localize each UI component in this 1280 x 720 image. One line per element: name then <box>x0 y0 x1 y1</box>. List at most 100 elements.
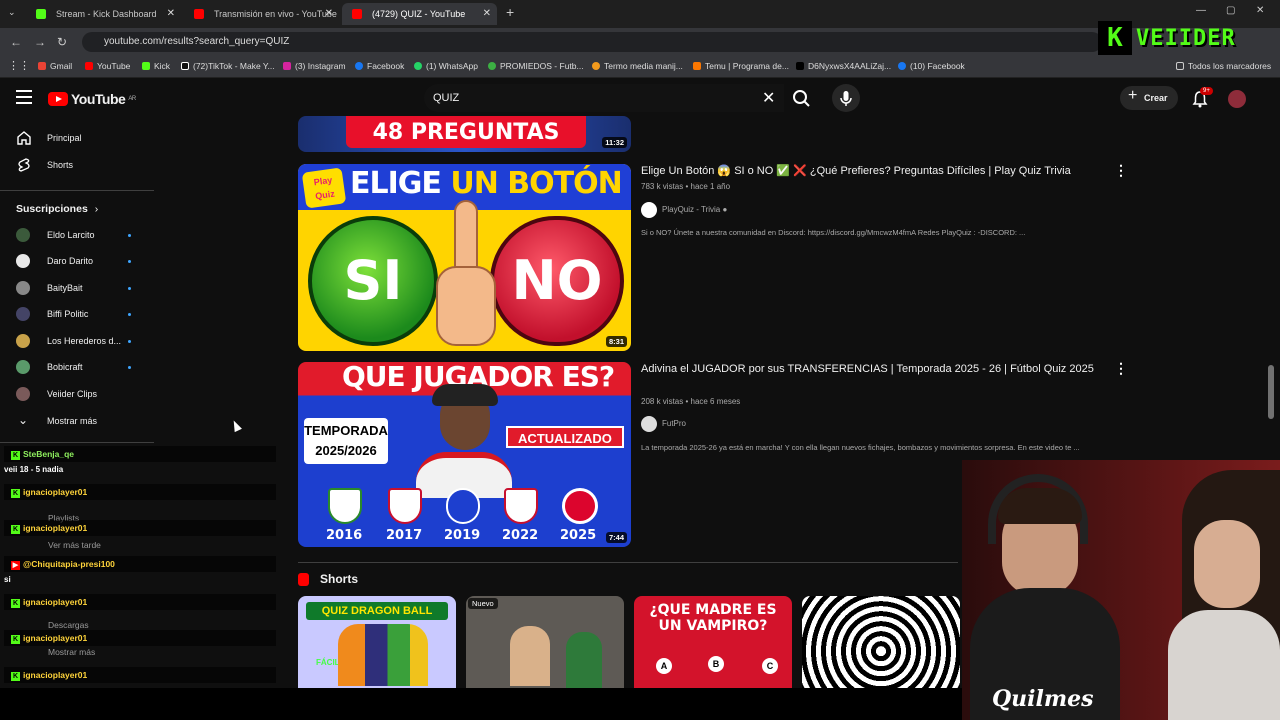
thumbnail-updated-tag: ACTUALIZADO <box>506 426 624 448</box>
streamer-name: VEIIDER <box>1136 25 1236 51</box>
person-left-hair <box>998 488 1082 524</box>
all-bookmarks-folder[interactable]: Todos los marcadores <box>1176 61 1271 71</box>
thumbnail-season-part: TEMPORADA <box>304 423 388 438</box>
more-actions-icon[interactable]: ⋮ <box>1114 162 1128 179</box>
jersey-text: Quilmes <box>992 686 1094 712</box>
sidebar-item-principal[interactable]: Principal <box>0 125 154 151</box>
voice-search-button[interactable] <box>832 84 860 112</box>
option-a-icon: A <box>656 658 672 674</box>
chat-text: si <box>4 575 11 584</box>
sidebar-show-more[interactable]: ⌄ Mostrar más <box>0 408 154 434</box>
home-icon <box>17 131 31 145</box>
kick-badge-icon: K <box>11 451 20 460</box>
apps-icon[interactable]: ⋮⋮ <box>8 59 30 72</box>
bookmark-whatsapp[interactable]: (1) WhatsApp <box>414 61 478 71</box>
mouse-cursor-icon <box>230 418 242 433</box>
video-title[interactable]: Adivina el JUGADOR por sus TRANSFERENCIA… <box>641 362 1111 377</box>
account-avatar[interactable] <box>1228 90 1246 108</box>
video-thumbnail[interactable]: ELIGE UN BOTÓN Play Quiz SI NO 8:31 <box>298 164 631 351</box>
browser-tab-bar: ⌄ Stream - Kick Dashboard ✕ Transmisión … <box>0 0 1280 28</box>
video-channel[interactable]: FutPro <box>641 416 686 432</box>
short-sub: FÁCIL <box>316 658 340 667</box>
sidebar-item-label: Daro Darito <box>47 256 94 266</box>
tab-youtube-live[interactable]: Transmisión en vivo - YouTube ✕ <box>184 3 339 25</box>
sidebar-item-subscription[interactable]: BaityBait <box>0 275 154 301</box>
url-field[interactable]: youtube.com/results?search_query=QUIZ <box>82 32 1102 52</box>
search-button[interactable] <box>786 84 816 112</box>
option-b-icon: B <box>708 656 724 672</box>
video-duration: 7:44 <box>605 532 627 543</box>
minimize-button[interactable]: — <box>1196 5 1206 16</box>
option-c-icon: C <box>762 658 778 674</box>
bookmark-promiedos[interactable]: PROMIEDOS - Futb... <box>488 61 584 71</box>
bookmark-instagram[interactable]: (3) Instagram <box>283 61 346 71</box>
clear-search-icon[interactable]: ✕ <box>762 88 775 108</box>
thumbnail-season-part: 2025/2026 <box>315 443 377 458</box>
bookmark-x[interactable]: D6NyxwsX4AALiZaj... <box>796 61 891 71</box>
close-icon[interactable]: ✕ <box>483 3 491 25</box>
bookmark-facebook-2[interactable]: (10) Facebook <box>898 61 965 71</box>
sidebar-item-label: Shorts <box>47 160 74 170</box>
kick-badge-icon: K <box>11 525 20 534</box>
sidebar-item-subscription[interactable]: Los Herederos d... <box>0 328 154 354</box>
close-icon[interactable]: ✕ <box>167 3 175 25</box>
people-graphic <box>510 626 550 686</box>
sidebar-item-subscription[interactable]: Eldo Larcito <box>0 222 154 248</box>
sidebar-item-subscription[interactable]: Daro Darito <box>0 248 154 274</box>
more-actions-icon[interactable]: ⋮ <box>1114 360 1128 377</box>
thumbnail-logo-part: Play <box>313 174 333 188</box>
youtube-logo[interactable]: YouTube AR <box>48 91 136 107</box>
sidebar-item-label: Biffi Politic <box>47 309 89 319</box>
chat-username: ignacioplayer01 <box>23 597 88 607</box>
thumbnail-banner: 48 PREGUNTAS <box>346 116 586 148</box>
bookmark-termo[interactable]: Termo media manij... <box>592 61 683 71</box>
short-thumbnail[interactable]: ¿QUE MADRE ES UN VAMPIRO? A B C <box>634 596 792 688</box>
kick-badge-icon: K <box>11 599 20 608</box>
channel-avatar <box>16 254 30 268</box>
bookmark-tiktok[interactable]: (72)TikTok - Make Y... <box>181 61 275 71</box>
tab-kick-dashboard[interactable]: Stream - Kick Dashboard ✕ <box>26 3 181 25</box>
video-title[interactable]: Elige Un Botón 😱 SI o NO ✅ ❌ ¿Qué Prefie… <box>641 164 1111 179</box>
bookmark-gmail[interactable]: Gmail <box>38 61 72 71</box>
menu-icon[interactable] <box>16 90 32 104</box>
reload-icon[interactable]: ↻ <box>57 35 67 49</box>
short-thumbnail[interactable]: Nuevo <box>466 596 624 688</box>
search-input[interactable]: QUIZ <box>424 84 784 112</box>
results-scrollbar[interactable] <box>1268 365 1274 419</box>
video-thumbnail[interactable]: QUE JUGADOR ES? TEMPORADA 2025/2026 ACTUA… <box>298 362 631 547</box>
chat-message: K SteBenja_qe <box>4 446 276 462</box>
forward-icon[interactable]: → <box>34 35 46 49</box>
chevron-right-icon: › <box>94 203 99 215</box>
address-bar-row: ← → ↻ youtube.com/results?search_query=Q… <box>0 28 1280 56</box>
video-channel[interactable]: PlayQuiz - Trivia ● <box>641 202 727 218</box>
club-badges-row: 2016 2017 2019 2022 2025 <box>298 482 631 547</box>
thumbnail-season-box: TEMPORADA 2025/2026 <box>304 418 388 464</box>
video-thumbnail[interactable]: 48 PREGUNTAS 11:32 <box>298 116 631 152</box>
new-tab-button[interactable]: + <box>506 4 514 20</box>
bookmark-kick[interactable]: Kick <box>142 61 170 71</box>
sidebar-item-subscription[interactable]: Bobicraft <box>0 354 154 380</box>
bookmark-youtube[interactable]: YouTube <box>85 61 130 71</box>
bookmark-temu[interactable]: Temu | Programa de... <box>693 61 789 71</box>
sidebar-item-subscription[interactable]: Biffi Politic <box>0 301 154 327</box>
short-thumbnail[interactable] <box>802 596 960 688</box>
sidebar-item-label: Eldo Larcito <box>47 230 95 240</box>
create-button[interactable]: Crear <box>1120 84 1178 110</box>
subscriptions-heading[interactable]: Suscripciones › <box>16 203 98 215</box>
yes-button-graphic: SI <box>308 216 438 346</box>
back-icon[interactable]: ← <box>10 35 22 49</box>
tab-search-icon[interactable]: ⌄ <box>8 7 16 18</box>
close-window-button[interactable]: ✕ <box>1256 5 1264 16</box>
youtube-play-icon <box>48 92 68 106</box>
video-duration: 8:31 <box>605 336 627 347</box>
short-thumbnail[interactable]: QUIZ DRAGON BALL FÁCIL <box>298 596 456 688</box>
tab-youtube-quiz[interactable]: (4729) QUIZ - YouTube ✕ <box>342 3 497 25</box>
maximize-button[interactable]: ▢ <box>1226 5 1235 16</box>
sidebar-item-label: Mostrar más <box>47 416 98 426</box>
notifications-button[interactable]: 9+ <box>1192 87 1213 113</box>
year-label: 2016 <box>326 528 363 543</box>
sidebar-item-subscription[interactable]: Veiider Clips <box>0 381 154 407</box>
bookmark-facebook[interactable]: Facebook <box>355 61 404 71</box>
close-icon[interactable]: ✕ <box>325 3 333 25</box>
sidebar-item-shorts[interactable]: Shorts <box>0 152 154 178</box>
